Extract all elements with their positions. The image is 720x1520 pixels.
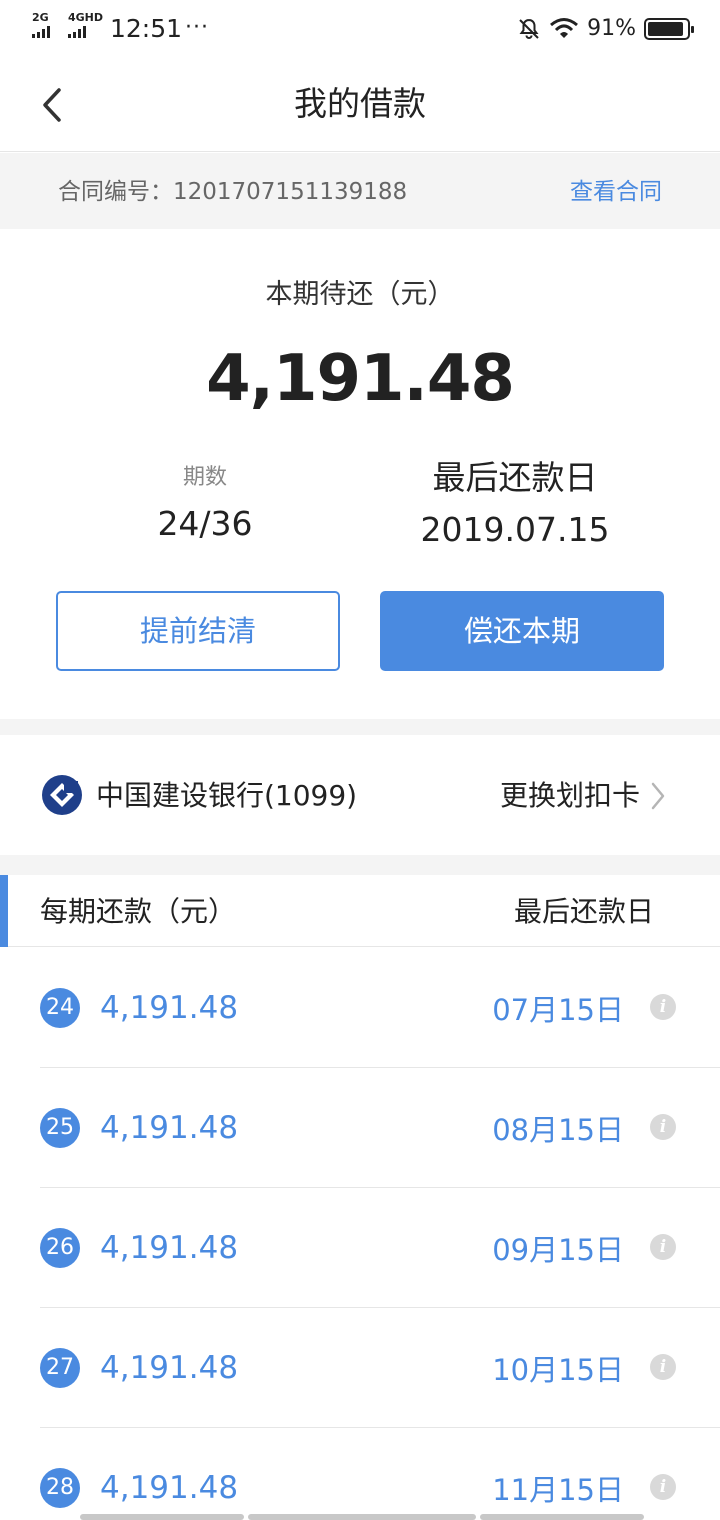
repay-current-button[interactable]: 偿还本期 [380, 591, 664, 671]
status-more-icon: ··· [185, 15, 209, 40]
schedule-row[interactable]: 27 4,191.48 10月15日 i [0, 1308, 720, 1428]
nav-header: 我的借款 [0, 58, 720, 152]
battery-percent: 91% [587, 16, 636, 41]
change-card-label: 更换划扣卡 [499, 779, 640, 812]
due-amount: 4,191.48 [206, 342, 515, 416]
section-divider [0, 855, 720, 875]
early-settle-button[interactable]: 提前结清 [56, 591, 340, 671]
installment-number-badge: 28 [40, 1468, 80, 1508]
installment-amount: 4,191.48 [100, 1350, 239, 1386]
installment-date: 11月15日 [492, 1473, 624, 1507]
signal-4g-label: 4GHD [68, 11, 104, 24]
installment-date: 09月15日 [492, 1233, 624, 1267]
schedule-header: 每期还款（元） 最后还款日 [0, 875, 720, 947]
installment-number-badge: 26 [40, 1228, 80, 1268]
bank-name: 中国建设银行(1099) [96, 779, 358, 812]
gesture-bar [80, 1514, 644, 1520]
schedule-list: 24 4,191.48 07月15日 i 25 4,191.48 08月15日 … [0, 948, 720, 1520]
schedule-col-amount: 每期还款（元） [40, 895, 237, 928]
battery-fill [648, 22, 683, 36]
installment-number-badge: 27 [40, 1348, 80, 1388]
battery-icon [644, 18, 694, 40]
installment-date: 10月15日 [492, 1353, 624, 1387]
status-right: 91% [517, 16, 694, 42]
mute-bell-icon [519, 18, 539, 39]
info-icon[interactable]: i [650, 1234, 676, 1260]
contract-number: 合同编号：1201707151139188 [58, 179, 408, 205]
installment-amount: 4,191.48 [100, 1230, 239, 1266]
info-icon[interactable]: i [650, 994, 676, 1020]
installment-amount: 4,191.48 [100, 1470, 239, 1506]
last-day-label: 最后还款日 [432, 458, 598, 497]
schedule-row[interactable]: 26 4,191.48 09月15日 i [0, 1188, 720, 1308]
info-icon[interactable]: i [650, 1114, 676, 1140]
installment-date: 08月15日 [492, 1113, 624, 1147]
page-title: 我的借款 [294, 84, 426, 123]
due-label: 本期待还（元） [265, 279, 455, 310]
schedule-col-date: 最后还款日 [513, 895, 654, 928]
view-contract-link[interactable]: 查看合同 [570, 177, 662, 207]
schedule-row[interactable]: 24 4,191.48 07月15日 i [0, 948, 720, 1068]
bank-card-row[interactable]: 中国建设银行(1099) 更换划扣卡 [0, 735, 720, 855]
schedule-row[interactable]: 25 4,191.48 08月15日 i [0, 1068, 720, 1188]
installment-amount: 4,191.48 [100, 990, 239, 1026]
repayment-summary: 本期待还（元） 4,191.48 期数 24/36 最后还款日 2019.07.… [0, 229, 720, 719]
period-label: 期数 [182, 465, 227, 490]
status-time: 12:51 [110, 14, 183, 43]
section-accent-bar [0, 875, 8, 947]
signal-2g-label: 2G [32, 11, 49, 24]
schedule-row[interactable]: 28 4,191.48 11月15日 i [0, 1428, 720, 1520]
wifi-icon [550, 18, 579, 38]
chevron-right-icon [651, 782, 665, 810]
section-divider [0, 719, 720, 735]
info-icon[interactable]: i [650, 1354, 676, 1380]
last-day-value: 2019.07.15 [420, 510, 610, 549]
status-bar: 2G 4GHD 12:51 ··· 91% [0, 0, 720, 58]
ccb-bank-logo-icon [42, 775, 82, 815]
installment-number-badge: 24 [40, 988, 80, 1028]
period-value: 24/36 [157, 504, 253, 543]
installment-date: 07月15日 [492, 993, 624, 1027]
change-card-button[interactable]: 更换划扣卡 [500, 777, 666, 815]
info-icon[interactable]: i [650, 1474, 676, 1500]
contract-row: 合同编号：1201707151139188 查看合同 [0, 153, 720, 229]
installment-number-badge: 25 [40, 1108, 80, 1148]
installment-amount: 4,191.48 [100, 1110, 239, 1146]
